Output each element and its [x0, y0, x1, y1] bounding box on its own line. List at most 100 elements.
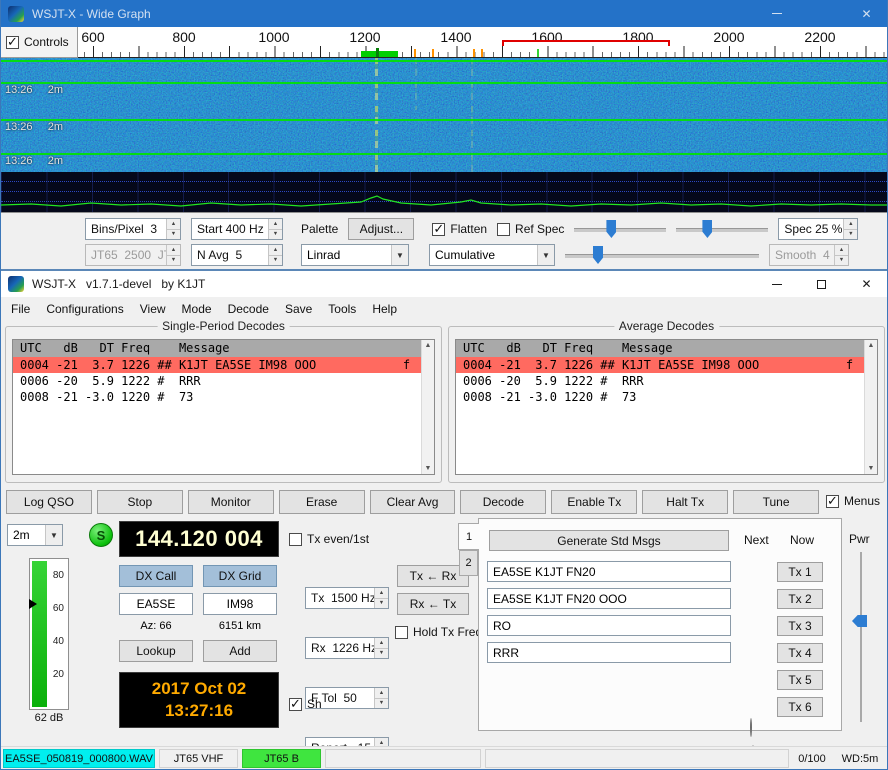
n-avg-spinner[interactable]: N Avg 5▲▼	[191, 244, 283, 266]
menu-mode[interactable]: Mode	[174, 297, 220, 320]
waterfall-gain-slider[interactable]	[574, 218, 666, 240]
scrollbar[interactable]: ▲▼	[421, 340, 434, 474]
spinner-arrows[interactable]: ▲▼	[374, 588, 388, 608]
menu-decode[interactable]: Decode	[220, 297, 277, 320]
spin-down-icon[interactable]: ▼	[844, 230, 857, 240]
decode-row[interactable]: 0006 -20 5.9 1222 # RRR	[456, 373, 864, 389]
decode-row[interactable]: 0004 -21 3.7 1226 ## K1JT EA5SE IM98 OOO…	[456, 357, 864, 373]
log-qso-button[interactable]: Log QSO	[6, 490, 92, 514]
tx1-message-input[interactable]: EA5SE K1JT FN20	[487, 561, 731, 582]
spectrum-type-combo[interactable]: Cumulative▼	[429, 244, 555, 266]
scroll-up-icon[interactable]: ▲	[425, 342, 432, 349]
tab-1[interactable]: 1	[458, 523, 479, 550]
menu-tools[interactable]: Tools	[320, 297, 364, 320]
tx4-now-button[interactable]: Tx 4	[777, 643, 823, 663]
hold-tx-freq-checkbox[interactable]: Hold Tx Freq	[395, 625, 482, 639]
dx-grid-input[interactable]: IM98	[203, 593, 277, 615]
scroll-down-icon[interactable]: ▼	[425, 465, 432, 472]
adjust-button[interactable]: Adjust...	[348, 218, 414, 240]
spinner-arrows[interactable]: ▲▼	[268, 245, 282, 265]
controls-checkbox[interactable]: Controls	[1, 27, 78, 58]
tx5-now-button[interactable]: Tx 5	[777, 670, 823, 690]
slider-handle[interactable]	[606, 220, 616, 238]
spin-up-icon[interactable]: ▲	[167, 245, 180, 256]
menu-help[interactable]: Help	[364, 297, 405, 320]
dx-call-input[interactable]: EA5SE	[119, 593, 193, 615]
bins-pixel-spinner[interactable]: Bins/Pixel 3▲▼	[85, 218, 181, 240]
main-titlebar[interactable]: WSJT-X v1.7.1-devel by K1JT ✕	[1, 271, 888, 297]
menus-checkbox[interactable]: Menus	[826, 494, 880, 508]
spectrum-gain-slider[interactable]	[565, 244, 759, 266]
decode-row[interactable]: 0008 -21 -3.0 1220 # 73	[456, 389, 864, 405]
spectrum-display[interactable]	[1, 172, 888, 212]
erase-button[interactable]: Erase	[279, 490, 365, 514]
spinner-arrows[interactable]: ▲▼	[843, 219, 857, 239]
spin-up-icon[interactable]: ▲	[375, 688, 388, 699]
average-decodes-list[interactable]: UTC dB DT Freq Message 0004 -21 3.7 1226…	[455, 339, 878, 475]
dropdown-arrow-icon[interactable]: ▼	[45, 525, 62, 545]
slider-handle[interactable]	[593, 246, 603, 264]
spinner-arrows[interactable]: ▲▼	[834, 245, 848, 265]
spin-down-icon[interactable]: ▼	[269, 230, 282, 240]
flatten-checkbox[interactable]: Flatten	[432, 218, 487, 240]
checkbox-icon[interactable]	[497, 223, 510, 236]
start-freq-spinner[interactable]: Start 400 Hz▲▼	[191, 218, 283, 240]
jt65-jt9-split-spinner[interactable]: JT65 2500 JT9▲▼	[85, 244, 181, 266]
tx1-now-button[interactable]: Tx 1	[777, 562, 823, 582]
spin-up-icon[interactable]: ▲	[844, 219, 857, 230]
dx-grid-button[interactable]: DX Grid	[203, 565, 277, 587]
checkbox-checked-icon[interactable]	[432, 223, 445, 236]
checkbox-checked-icon[interactable]	[826, 495, 839, 508]
spin-down-icon[interactable]: ▼	[375, 599, 388, 609]
tx2-message-input[interactable]: EA5SE K1JT FN20 OOO	[487, 588, 731, 609]
menu-configurations[interactable]: Configurations	[38, 297, 131, 320]
clear-avg-button[interactable]: Clear Avg	[370, 490, 456, 514]
waterfall-display[interactable]: 13:26 2m 13:26 2m 13:26 2m	[1, 58, 888, 172]
band-combo[interactable]: 2m▼	[7, 524, 63, 546]
scroll-up-icon[interactable]: ▲	[868, 342, 875, 349]
tx3-message-input[interactable]: RO	[487, 615, 731, 636]
wide-graph-titlebar[interactable]: WSJT-X - Wide Graph ✕	[1, 0, 888, 27]
menu-view[interactable]: View	[132, 297, 174, 320]
scroll-down-icon[interactable]: ▼	[868, 465, 875, 472]
spin-down-icon[interactable]: ▼	[167, 256, 180, 266]
spin-up-icon[interactable]: ▲	[269, 219, 282, 230]
decode-row[interactable]: 0008 -21 -3.0 1220 # 73	[13, 389, 421, 405]
wide-graph-close-button[interactable]: ✕	[844, 0, 888, 27]
wide-graph-minimize-button[interactable]	[754, 0, 799, 27]
spin-down-icon[interactable]: ▼	[269, 256, 282, 266]
spin-up-icon[interactable]: ▲	[375, 638, 388, 649]
checkbox-icon[interactable]	[395, 626, 408, 639]
tx-freq-spinner[interactable]: Tx 1500 Hz▲▼	[305, 587, 389, 609]
spin-up-icon[interactable]: ▲	[835, 245, 848, 256]
spinner-arrows[interactable]: ▲▼	[374, 638, 388, 658]
palette-combo[interactable]: Linrad▼	[301, 244, 409, 266]
dropdown-arrow-icon[interactable]: ▼	[391, 245, 408, 265]
lookup-button[interactable]: Lookup	[119, 640, 193, 662]
waterfall-zero-slider[interactable]	[676, 218, 768, 240]
checkbox-icon[interactable]	[289, 533, 302, 546]
ref-spec-checkbox[interactable]: Ref Spec	[497, 218, 564, 240]
main-close-button[interactable]: ✕	[844, 271, 888, 297]
spin-down-icon[interactable]: ▼	[835, 256, 848, 266]
menu-save[interactable]: Save	[277, 297, 320, 320]
menu-file[interactable]: File	[3, 297, 38, 320]
smooth-spinner[interactable]: Smooth 4▲▼	[769, 244, 849, 266]
checkbox-checked-icon[interactable]	[6, 36, 19, 49]
dx-call-button[interactable]: DX Call	[119, 565, 193, 587]
stop-button[interactable]: Stop	[97, 490, 183, 514]
tx4-message-input[interactable]: RRR	[487, 642, 731, 663]
spin-down-icon[interactable]: ▼	[375, 699, 388, 709]
decode-row[interactable]: 0006 -20 5.9 1222 # RRR	[13, 373, 421, 389]
tx3-now-button[interactable]: Tx 3	[777, 616, 823, 636]
decode-button[interactable]: Decode	[460, 490, 546, 514]
spinner-arrows[interactable]: ▲▼	[374, 688, 388, 708]
spinner-arrows[interactable]: ▲▼	[166, 245, 180, 265]
spinner-arrows[interactable]: ▲▼	[268, 219, 282, 239]
single-period-decodes-list[interactable]: UTC dB DT Freq Message 0004 -21 3.7 1226…	[12, 339, 435, 475]
main-minimize-button[interactable]	[754, 271, 799, 297]
decode-row[interactable]: 0004 -21 3.7 1226 ## K1JT EA5SE IM98 OOO…	[13, 357, 421, 373]
spin-down-icon[interactable]: ▼	[167, 230, 180, 240]
tx1-next-radio[interactable]	[750, 718, 752, 737]
dropdown-arrow-icon[interactable]: ▼	[537, 245, 554, 265]
